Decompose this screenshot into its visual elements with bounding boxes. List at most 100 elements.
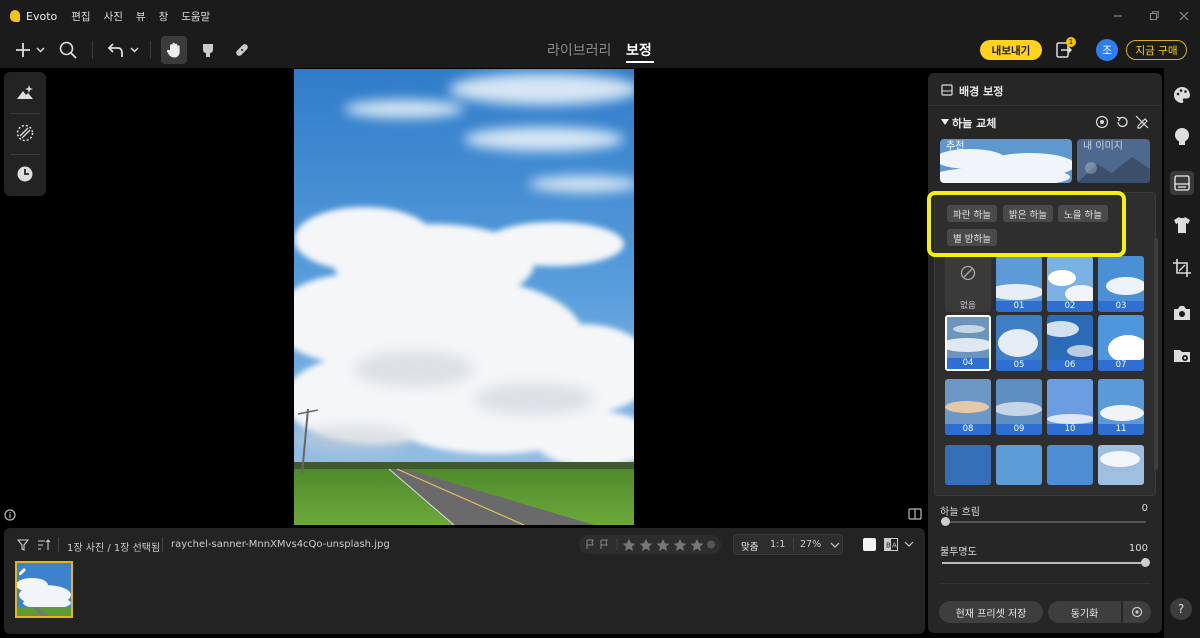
file-name: raychel-sanner-MnnXMvs4cQo-unsplash.jpg <box>171 539 390 550</box>
photo-canvas[interactable] <box>294 69 634 525</box>
brush-tool-button[interactable] <box>196 36 220 64</box>
folder-eye-icon[interactable] <box>1172 346 1192 366</box>
preset-08[interactable]: 08 <box>945 379 991 435</box>
palette-icon[interactable] <box>1172 85 1192 105</box>
search-icon <box>59 41 77 59</box>
preset-label: 03 <box>1098 301 1144 312</box>
thumb-label: 추천 <box>946 141 965 152</box>
preset-12[interactable] <box>945 445 991 485</box>
opacity-slider[interactable] <box>942 562 1146 564</box>
sky-blur-knob[interactable] <box>941 517 950 526</box>
sort-icon[interactable] <box>37 538 51 552</box>
preset-02[interactable]: 02 <box>1047 256 1093 312</box>
tab-library[interactable]: 라이브러리 <box>547 40 611 60</box>
camera-icon[interactable] <box>1172 303 1192 323</box>
hand-tool-button[interactable] <box>161 36 187 64</box>
panel-divider <box>928 105 1162 106</box>
preset-15[interactable] <box>1098 445 1144 485</box>
add-button[interactable] <box>10 36 48 64</box>
dotted-circle-icon <box>16 124 34 142</box>
collapse-icon[interactable] <box>940 117 950 127</box>
menu-view[interactable]: 뷰 <box>136 9 146 24</box>
compare-view-icon[interactable] <box>908 508 922 520</box>
film-thumbnail[interactable] <box>15 561 73 618</box>
buy-now-button[interactable]: 지금 구매 <box>1126 40 1187 60</box>
right-tool-bar <box>1164 68 1200 638</box>
rating-group <box>579 535 721 554</box>
preset-01[interactable]: 01 <box>996 256 1042 312</box>
thumb-label: 내 이미지 <box>1083 141 1123 152</box>
sky-blur-slider[interactable] <box>942 521 1146 523</box>
filter-icon[interactable] <box>16 539 30 551</box>
left-tool-panel <box>4 72 46 196</box>
preset-04[interactable]: 04 <box>945 315 991 371</box>
opacity-value: 100 <box>1128 543 1148 554</box>
help-button[interactable]: ? <box>1170 598 1192 620</box>
evoto-logo-icon <box>10 10 20 22</box>
preset-label: 08 <box>945 424 991 435</box>
preset-05[interactable]: 05 <box>996 315 1042 371</box>
menu-window[interactable]: 창 <box>159 9 169 24</box>
preset-label: 11 <box>1098 424 1144 435</box>
preset-03[interactable]: 03 <box>1098 256 1144 312</box>
preset-label: 01 <box>996 301 1042 312</box>
clothing-icon[interactable] <box>1172 215 1192 235</box>
sky-blur-label: 하늘 흐림 <box>940 507 980 518</box>
sync-settings-button[interactable] <box>1123 601 1151 623</box>
reset-icon[interactable] <box>1115 115 1129 129</box>
divider <box>162 537 163 552</box>
face-icon[interactable] <box>1172 126 1192 146</box>
sync-button[interactable]: 동기화 <box>1048 601 1121 623</box>
before-after-icon[interactable]: BA <box>884 538 898 551</box>
background-tool-icon[interactable] <box>1170 171 1194 195</box>
background-white-toggle[interactable] <box>863 538 876 551</box>
heal-tool-button[interactable] <box>230 36 254 64</box>
preset-label: 07 <box>1098 360 1144 371</box>
info-icon[interactable] <box>4 509 16 521</box>
svg-text:B: B <box>886 542 891 550</box>
photo-count: 1장 사진 / 1장 선택됨 <box>67 543 161 554</box>
crop-icon[interactable] <box>1172 258 1192 278</box>
preset-06[interactable]: 06 <box>1047 315 1093 371</box>
undo-button[interactable] <box>104 36 142 64</box>
export-button[interactable]: 내보내기 <box>980 40 1042 60</box>
scrollbar[interactable] <box>1154 238 1158 470</box>
bandage-icon <box>236 44 248 56</box>
preset-none[interactable]: 없음 <box>945 256 991 312</box>
tab-edit[interactable]: 보정 <box>626 40 652 60</box>
disable-icon[interactable] <box>1135 115 1149 129</box>
avatar[interactable]: 조 <box>1096 39 1118 61</box>
preset-09[interactable]: 09 <box>996 379 1042 435</box>
menu-edit[interactable]: 편집 <box>71 9 90 24</box>
preview-eye-icon[interactable] <box>1095 115 1109 129</box>
category-highlight <box>927 191 1126 257</box>
zoom-level[interactable]: 27% <box>800 539 821 550</box>
preset-07[interactable]: 07 <box>1098 315 1144 371</box>
search-button[interactable] <box>56 36 80 64</box>
save-preset-button[interactable]: 현재 프리셋 저장 <box>939 601 1043 623</box>
zoom-1to1-button[interactable]: 1:1 <box>770 539 785 550</box>
menu-photo[interactable]: 사진 <box>104 9 123 24</box>
undo-icon <box>107 43 139 57</box>
app-name: Evoto <box>26 9 58 23</box>
edited-marker-icon <box>19 565 26 575</box>
texture-tool-button[interactable] <box>15 123 35 143</box>
chevron-down-icon[interactable] <box>904 540 914 548</box>
ai-portrait-button[interactable] <box>15 83 35 103</box>
preset-11[interactable]: 11 <box>1098 379 1144 435</box>
history-button[interactable] <box>15 164 35 184</box>
opacity-knob[interactable] <box>1141 558 1150 567</box>
section-title: 하늘 교체 <box>952 117 997 130</box>
menu-help[interactable]: 도움말 <box>181 9 210 24</box>
preset-label: 04 <box>947 358 989 369</box>
preset-13[interactable] <box>996 445 1042 485</box>
zoom-fit-button[interactable]: 맞춤 <box>741 539 758 553</box>
preset-14[interactable] <box>1047 445 1093 485</box>
close-icon[interactable] <box>1166 0 1200 32</box>
recommended-thumb[interactable]: 추천 <box>940 139 1072 183</box>
preset-label: 06 <box>1047 360 1093 371</box>
chevron-down-icon[interactable] <box>830 541 840 549</box>
my-images-thumb[interactable]: 내 이미지 <box>1077 139 1150 183</box>
minimize-icon[interactable] <box>1100 0 1136 32</box>
preset-10[interactable]: 10 <box>1047 379 1093 435</box>
